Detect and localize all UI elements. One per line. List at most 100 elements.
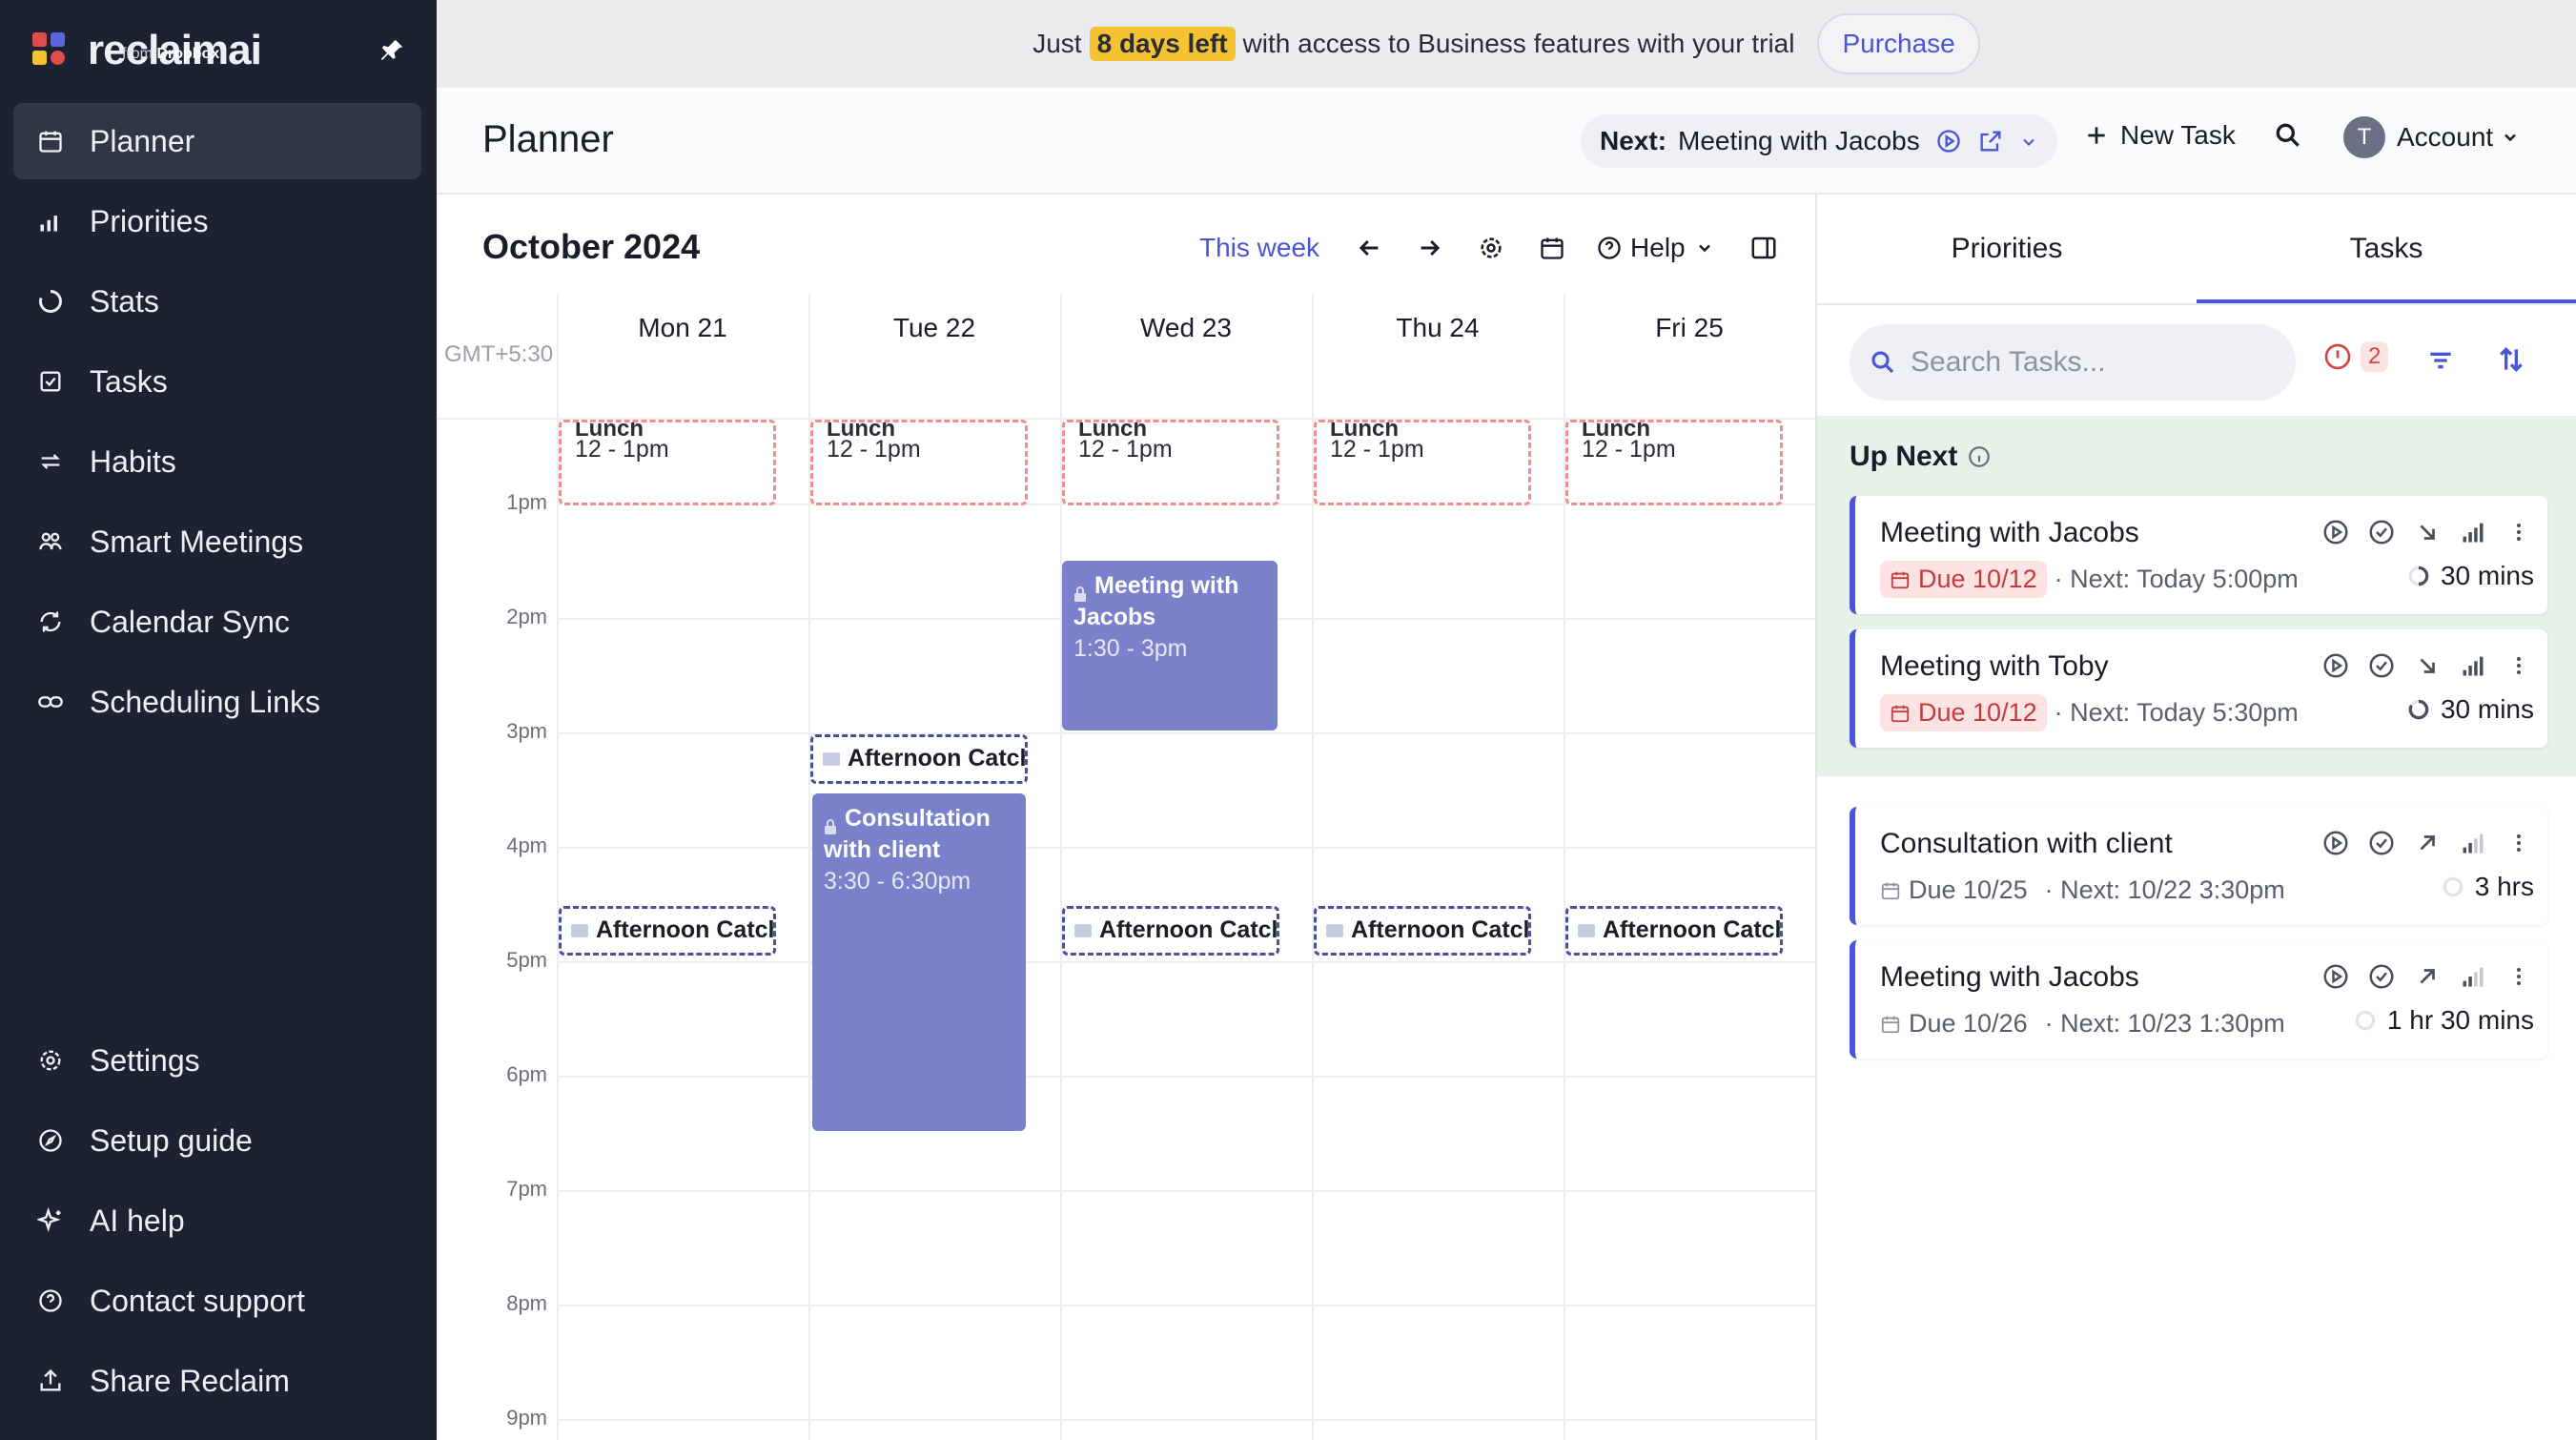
priority-bars-icon[interactable] xyxy=(2458,650,2488,681)
play-icon[interactable] xyxy=(2320,828,2351,858)
progress-ring-icon xyxy=(2406,564,2431,588)
lunch-event[interactable]: Lunch 12 - 1pm xyxy=(1062,420,1279,505)
this-week-button[interactable]: This week xyxy=(1199,233,1319,263)
sidebar-item-scheduling-links[interactable]: Scheduling Links xyxy=(13,664,421,740)
arrow-up-right-icon[interactable] xyxy=(2412,828,2443,858)
calendar-icon xyxy=(1880,880,1901,901)
calendar-small-icon xyxy=(1074,924,1092,938)
play-icon[interactable] xyxy=(2320,650,2351,681)
afternoon-catchup-event[interactable]: Afternoon Catch up xyxy=(810,734,1028,784)
priority-bars-icon[interactable] xyxy=(2458,828,2488,858)
sidebar-item-tasks[interactable]: Tasks xyxy=(13,343,421,420)
pin-icon[interactable] xyxy=(378,36,406,65)
progress-ring-icon xyxy=(2406,697,2431,722)
due-text: Due 10/12 xyxy=(1918,698,2037,727)
panel-toggle-icon[interactable] xyxy=(1747,231,1781,265)
chevron-down-icon[interactable] xyxy=(2019,128,2038,154)
arrow-up-right-icon[interactable] xyxy=(2412,961,2443,992)
calendar-icon[interactable] xyxy=(1535,231,1569,265)
play-icon[interactable] xyxy=(2320,517,2351,547)
panel-tabs: Priorities Tasks xyxy=(1817,195,2576,305)
check-circle-icon[interactable] xyxy=(2366,650,2397,681)
lunch-event[interactable]: Lunch 12 - 1pm xyxy=(810,420,1028,505)
account-label: Account xyxy=(2397,122,2494,152)
chevron-down-icon xyxy=(1695,238,1714,257)
sidebar-item-label: Stats xyxy=(90,283,159,319)
lunch-event[interactable]: Lunch 12 - 1pm xyxy=(1314,420,1531,505)
duration-text: 30 mins xyxy=(2440,694,2534,724)
sidebar: reclaimai from Dropbox Planner Prioritie… xyxy=(0,0,437,1440)
more-icon[interactable] xyxy=(2504,961,2534,992)
tab-priorities[interactable]: Priorities xyxy=(1817,233,2197,265)
sort-icon[interactable] xyxy=(2496,343,2526,381)
priority-bars-icon[interactable] xyxy=(2458,961,2488,992)
check-circle-icon[interactable] xyxy=(2366,961,2397,992)
search-input[interactable] xyxy=(1911,346,2273,379)
sidebar-item-priorities[interactable]: Priorities xyxy=(13,183,421,259)
lunch-time: 12 - 1pm xyxy=(1582,436,1676,463)
new-task-button[interactable]: New Task xyxy=(2084,120,2236,151)
open-external-icon[interactable] xyxy=(1977,128,2004,154)
check-circle-icon[interactable] xyxy=(2366,828,2397,858)
next-event-pill[interactable]: Next: Meeting with Jacobs xyxy=(1581,114,2057,168)
sidebar-item-settings[interactable]: Settings xyxy=(13,1022,421,1099)
sparkle-icon xyxy=(36,1206,65,1235)
sidebar-item-share-reclaim[interactable]: Share Reclaim xyxy=(13,1343,421,1419)
tab-tasks[interactable]: Tasks xyxy=(2197,233,2576,265)
task-card[interactable]: Meeting with Jacobs Due 10/26 · Next: 10… xyxy=(1850,940,2547,1059)
afternoon-catchup-event[interactable]: Afternoon Catch up xyxy=(1565,906,1783,956)
purchase-button[interactable]: Purchase xyxy=(1817,13,1980,74)
task-card[interactable]: Consultation with client Due 10/25 · Nex… xyxy=(1850,807,2547,925)
sidebar-item-label: Calendar Sync xyxy=(90,604,290,639)
sidebar-item-calendar-sync[interactable]: Calendar Sync xyxy=(13,584,421,660)
lunch-title: Lunch xyxy=(1582,422,1650,436)
more-icon[interactable] xyxy=(2504,517,2534,547)
afternoon-catchup-event[interactable]: Afternoon Catch up xyxy=(559,906,776,956)
task-card[interactable]: Meeting with Jacobs Due 10/12 · Next: To… xyxy=(1850,496,2547,614)
play-icon[interactable] xyxy=(1935,128,1962,154)
sidebar-item-smart-meetings[interactable]: Smart Meetings xyxy=(13,504,421,580)
arrow-down-right-icon[interactable] xyxy=(2412,517,2443,547)
hour-line xyxy=(557,732,1815,734)
afternoon-catchup-event[interactable]: Afternoon Catch up xyxy=(1062,906,1279,956)
more-icon[interactable] xyxy=(2504,650,2534,681)
check-circle-icon[interactable] xyxy=(2366,517,2397,547)
sidebar-item-ai-help[interactable]: AI help xyxy=(13,1183,421,1259)
filter-icon[interactable] xyxy=(2425,345,2456,381)
alert-icon xyxy=(2322,341,2353,372)
consultation-event[interactable]: Consultation with client 3:30 - 6:30pm xyxy=(812,793,1026,1131)
sidebar-item-label: AI help xyxy=(90,1203,185,1238)
more-icon[interactable] xyxy=(2504,828,2534,858)
lunch-event[interactable]: Lunch 12 - 1pm xyxy=(559,420,776,505)
lunch-event[interactable]: Lunch 12 - 1pm xyxy=(1565,420,1783,505)
hour-label: 2pm xyxy=(506,605,547,628)
search-icon[interactable] xyxy=(2273,120,2303,151)
search-box[interactable] xyxy=(1850,324,2296,401)
arrow-left-icon[interactable] xyxy=(1352,231,1386,265)
sidebar-item-setup-guide[interactable]: Setup guide xyxy=(13,1102,421,1179)
overdue-alert[interactable]: 2 xyxy=(2322,341,2389,372)
sidebar-item-contact-support[interactable]: Contact support xyxy=(13,1263,421,1339)
info-icon[interactable] xyxy=(1967,444,1992,469)
arrow-right-icon[interactable] xyxy=(1413,231,1447,265)
gear-icon[interactable] xyxy=(1474,231,1508,265)
afternoon-catchup-event[interactable]: Afternoon Catch up xyxy=(1314,906,1531,956)
event-title: Consultation with client xyxy=(824,805,991,863)
task-card[interactable]: Meeting with Toby Due 10/12 · Next: Toda… xyxy=(1850,629,2547,748)
hour-label: 6pm xyxy=(506,1062,547,1086)
arrow-down-right-icon[interactable] xyxy=(2412,650,2443,681)
sidebar-item-planner[interactable]: Planner xyxy=(13,103,421,179)
account-menu[interactable]: T Account xyxy=(2343,116,2520,158)
sidebar-item-habits[interactable]: Habits xyxy=(13,423,421,500)
hour-label: 8pm xyxy=(506,1291,547,1315)
next-value: Meeting with Jacobs xyxy=(1678,126,1920,155)
ring-icon xyxy=(36,287,65,316)
help-dropdown[interactable]: Help xyxy=(1596,233,1714,263)
meeting-event[interactable]: Meeting with Jacobs 1:30 - 3pm xyxy=(1062,561,1278,730)
link-icon xyxy=(36,688,65,716)
priority-bars-icon[interactable] xyxy=(2458,517,2488,547)
play-icon[interactable] xyxy=(2320,961,2351,992)
sidebar-item-stats[interactable]: Stats xyxy=(13,263,421,339)
hour-line xyxy=(557,961,1815,963)
hour-line xyxy=(557,1190,1815,1192)
